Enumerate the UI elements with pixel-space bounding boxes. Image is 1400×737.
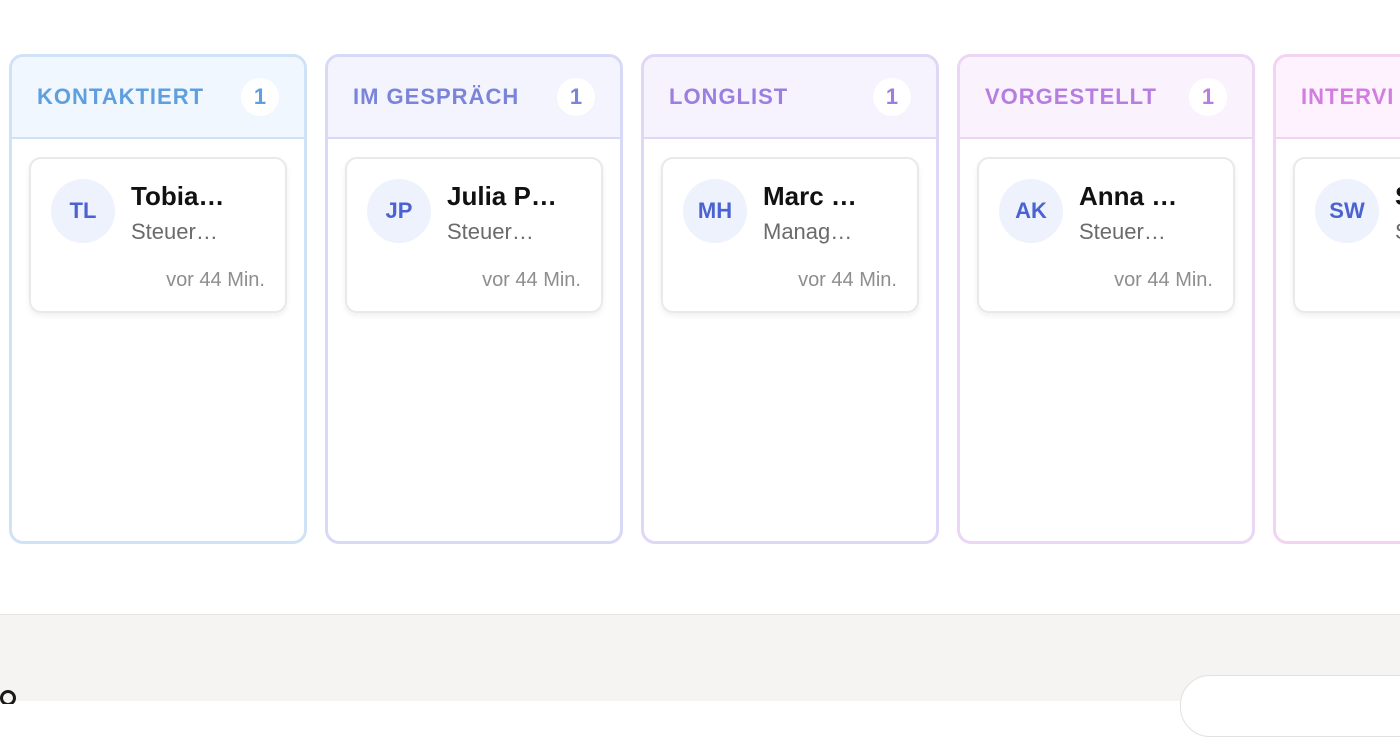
column-count-badge: 1	[873, 78, 911, 116]
column-count-badge: 1	[1189, 78, 1227, 116]
candidate-name: Marc …	[763, 181, 857, 211]
candidate-role: S	[1395, 219, 1400, 245]
column-longlist: LONGLIST 1 MH Marc … Manag… vor 44 Min.	[641, 54, 939, 544]
column-title: VORGESTELLT	[985, 84, 1157, 109]
avatar: MH	[683, 179, 747, 243]
footer-heading-glyph	[0, 690, 26, 704]
candidate-role: Manag…	[763, 219, 853, 244]
column-count-badge: 1	[241, 78, 279, 116]
candidate-role: Steuer…	[131, 219, 218, 244]
column-count-badge: 1	[557, 78, 595, 116]
candidate-card[interactable]: TL Tobia… Steuer… vor 44 Min.	[29, 157, 287, 313]
column-header: INTERVI	[1276, 57, 1400, 139]
column-kontaktiert: KONTAKTIERT 1 TL Tobia… Steuer… vor 44 M…	[9, 54, 307, 544]
candidate-card[interactable]: JP Julia P… Steuer… vor 44 Min.	[345, 157, 603, 313]
candidate-card[interactable]: MH Marc … Manag… vor 44 Min.	[661, 157, 919, 313]
candidate-card[interactable]: SW S S	[1293, 157, 1400, 313]
column-header: VORGESTELLT 1	[960, 57, 1252, 139]
column-vorgestellt: VORGESTELLT 1 AK Anna … Steuer… vor 44 M…	[957, 54, 1255, 544]
column-header: LONGLIST 1	[644, 57, 936, 139]
column-header: IM GESPRÄCH 1	[328, 57, 620, 139]
column-title: IM GESPRÄCH	[353, 84, 520, 109]
column-title: INTERVI	[1301, 84, 1395, 109]
avatar: AK	[999, 179, 1063, 243]
candidate-role: Steuer…	[447, 219, 534, 244]
footer-control[interactable]	[1180, 675, 1400, 737]
column-title: KONTAKTIERT	[37, 84, 205, 109]
avatar: TL	[51, 179, 115, 243]
candidate-timestamp: vor 44 Min.	[482, 269, 581, 291]
footer-section	[0, 614, 1400, 737]
avatar: SW	[1315, 179, 1379, 243]
candidate-timestamp: vor 44 Min.	[798, 269, 897, 291]
avatar: JP	[367, 179, 431, 243]
column-header: KONTAKTIERT 1	[12, 57, 304, 139]
candidate-role: Steuer…	[1079, 219, 1166, 244]
column-title: LONGLIST	[669, 84, 789, 109]
candidate-name: Anna …	[1079, 181, 1178, 211]
candidate-timestamp: vor 44 Min.	[166, 269, 265, 291]
column-interview: INTERVI SW S S	[1273, 54, 1400, 544]
candidate-timestamp: vor 44 Min.	[1114, 269, 1213, 291]
candidate-card[interactable]: AK Anna … Steuer… vor 44 Min.	[977, 157, 1235, 313]
candidate-name: Julia P…	[447, 181, 557, 211]
column-im-gespraech: IM GESPRÄCH 1 JP Julia P… Steuer… vor 44…	[325, 54, 623, 544]
pipeline-board: KONTAKTIERT 1 TL Tobia… Steuer… vor 44 M…	[0, 0, 1400, 615]
candidate-name: S	[1395, 181, 1400, 212]
candidate-name: Tobia…	[131, 181, 225, 211]
